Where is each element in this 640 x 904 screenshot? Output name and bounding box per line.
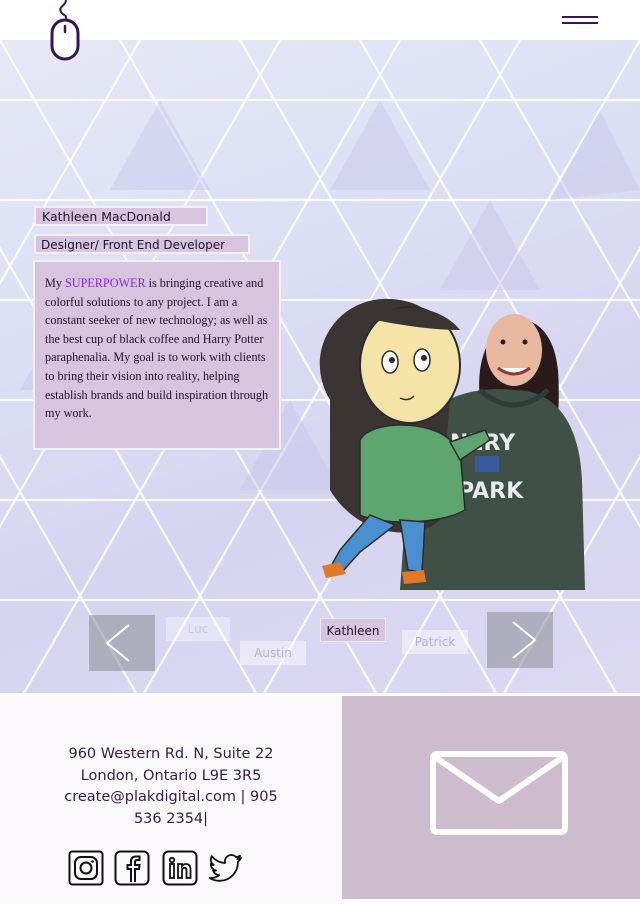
carousel-tag-austin[interactable]: Austin (240, 641, 306, 665)
profile-bio: My SUPERPOWER is bringing creative and c… (33, 260, 281, 450)
phone-end: 536 2354| (133, 810, 209, 827)
carousel-tag-patrick[interactable]: Patrick (402, 630, 468, 654)
carousel-next-button[interactable] (487, 612, 553, 668)
footer-bottom-strip (342, 899, 640, 904)
mouse-icon[interactable] (44, 0, 88, 62)
mail-icon[interactable] (430, 751, 568, 835)
carousel-prev-button[interactable] (89, 615, 155, 671)
chevron-left-icon (105, 624, 130, 662)
carousel-tag-kathleen[interactable]: Kathleen (320, 618, 386, 642)
email-phone-link[interactable]: create@plakdigital.com | 905 (40, 787, 302, 809)
facebook-icon[interactable] (114, 850, 150, 886)
instagram-icon[interactable] (68, 850, 104, 886)
contact-address: 960 Western Rd. N, Suite 22 London, Onta… (40, 744, 302, 830)
carousel-tag-luc[interactable]: Luc (166, 617, 230, 641)
contact-mail-section (342, 696, 640, 899)
profile-name: Kathleen MacDonald (34, 206, 208, 226)
address-line-1: 960 Western Rd. N, Suite 22 (68, 746, 274, 762)
chevron-right-icon (512, 621, 537, 659)
twitter-icon[interactable] (208, 850, 244, 886)
hamburger-menu-icon[interactable] (562, 12, 598, 34)
header-bar (0, 0, 640, 40)
profile-photo-illustration: NERY PARK (319, 298, 585, 590)
profile-role: Designer/ Front End Developer (34, 234, 250, 254)
contact-info-section: 960 Western Rd. N, Suite 22 London, Onta… (0, 696, 342, 904)
linkedin-icon[interactable] (162, 850, 198, 886)
hero-section: Kathleen MacDonald Designer/ Front End D… (0, 40, 640, 693)
address-line-2: London, Ontario L9E 3R5 (80, 767, 262, 784)
svg-text:PARK: PARK (458, 479, 524, 504)
bio-text: is bringing creative and colorful soluti… (45, 276, 269, 421)
bio-prefix: My (45, 276, 65, 290)
bio-highlight: SUPERPOWER (64, 276, 146, 290)
